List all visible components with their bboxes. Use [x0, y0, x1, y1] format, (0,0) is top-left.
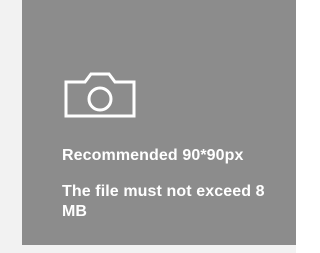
file-size-limit-text: The file must not exceed 8 MB [62, 183, 265, 220]
upload-instructions: Recommended 90*90px The file must not ex… [62, 146, 286, 222]
recommended-size-text: Recommended 90*90px [62, 147, 244, 164]
page: Recommended 90*90px The file must not ex… [0, 0, 296, 253]
camera-icon [62, 70, 138, 120]
image-upload-area[interactable]: Recommended 90*90px The file must not ex… [22, 0, 296, 245]
